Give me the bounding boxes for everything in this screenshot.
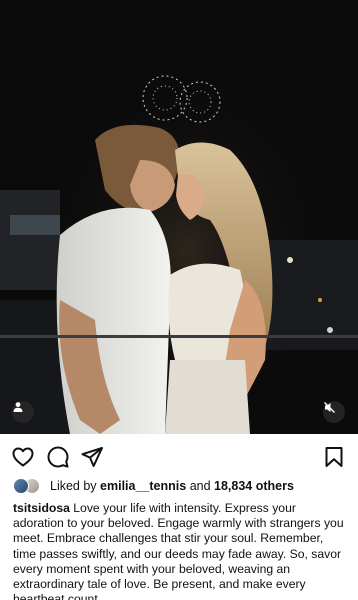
likes-connector: and xyxy=(189,479,211,493)
bookmark-icon[interactable] xyxy=(322,445,346,469)
likes-summary[interactable]: Liked by emilia__tennis and 18,834 other… xyxy=(13,477,294,495)
couple-kissing-fireworks-image xyxy=(0,0,358,434)
caption-username[interactable]: tsitsidosa xyxy=(13,501,73,515)
avatar xyxy=(13,478,29,494)
caption-text: Love your life with intensity. Express y… xyxy=(13,501,344,600)
comment-bubble-icon[interactable] xyxy=(46,445,70,469)
speaker-muted-icon xyxy=(324,402,335,413)
heart-icon[interactable] xyxy=(11,445,35,469)
tagged-users-button[interactable] xyxy=(12,401,34,423)
person-icon xyxy=(13,402,23,412)
liker-avatars xyxy=(13,478,45,494)
liker-username[interactable]: emilia__tennis xyxy=(100,479,186,493)
mute-button[interactable] xyxy=(323,401,345,423)
post-caption: tsitsidosa Love your life with intensity… xyxy=(13,501,349,600)
post-action-bar xyxy=(0,440,358,474)
paper-plane-icon[interactable] xyxy=(80,445,104,469)
likes-prefix: Liked by xyxy=(50,479,97,493)
likes-count[interactable]: 18,834 others xyxy=(214,479,294,493)
post-photo[interactable] xyxy=(0,0,358,434)
